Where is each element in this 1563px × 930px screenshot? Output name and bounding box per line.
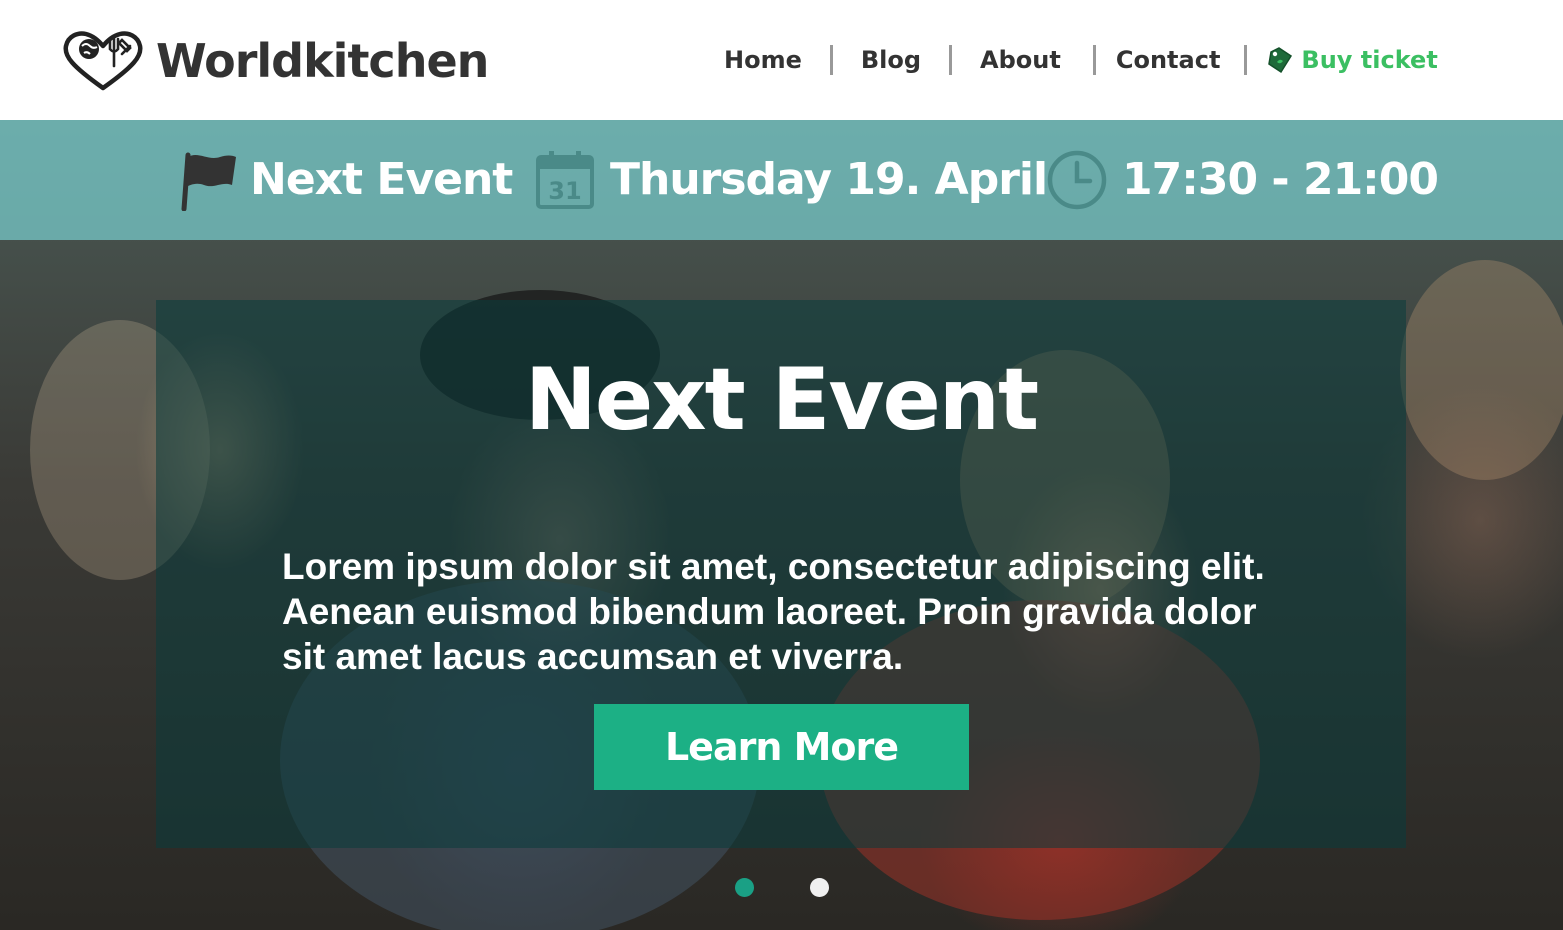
slider-dot-1[interactable] bbox=[735, 878, 754, 897]
calendar-day-number: 31 bbox=[548, 177, 581, 205]
brand-logo[interactable]: Worldkitchen bbox=[62, 30, 489, 92]
ticket-tag-icon bbox=[1268, 47, 1293, 74]
hero-body: Lorem ipsum dolor sit amet, consectetur … bbox=[282, 546, 1265, 677]
learn-more-button[interactable]: Learn More bbox=[594, 704, 969, 790]
nav-divider bbox=[1244, 45, 1248, 75]
hero-title: Next Event bbox=[524, 350, 1039, 450]
slider-dots bbox=[0, 878, 1563, 902]
event-date: Thursday 19. April bbox=[610, 154, 1048, 205]
event-label-group: Next Event bbox=[176, 146, 513, 214]
nav-buy-ticket[interactable]: Buy ticket bbox=[1267, 42, 1438, 78]
event-time-group: 17:30 - 21:00 bbox=[1046, 146, 1439, 214]
heart-globe-logo-icon bbox=[63, 31, 143, 91]
flag-icon bbox=[181, 152, 236, 211]
nav-divider bbox=[949, 45, 953, 75]
main-nav: Home Blog About Contact Buy ticket bbox=[700, 42, 1438, 78]
slider-dot-2[interactable] bbox=[810, 878, 829, 897]
nav-home[interactable]: Home bbox=[724, 42, 802, 78]
site-header: Worldkitchen Home Blog About Contact Buy… bbox=[0, 0, 1563, 120]
nav-about[interactable]: About bbox=[980, 42, 1061, 78]
nav-divider bbox=[1092, 45, 1096, 75]
event-label: Next Event bbox=[250, 154, 513, 205]
buy-ticket-label: Buy ticket bbox=[1301, 46, 1438, 74]
hero-section: Next Event 31 Thursday 19. April 17:30 -… bbox=[0, 120, 1563, 930]
calendar-icon: 31 bbox=[536, 151, 594, 209]
hero-card: Next Event Lorem ipsum dolor sit amet, c… bbox=[156, 300, 1406, 848]
event-date-group: 31 Thursday 19. April bbox=[534, 146, 1048, 214]
nav-divider bbox=[829, 45, 833, 75]
nav-contact[interactable]: Contact bbox=[1116, 42, 1221, 78]
clock-icon bbox=[1047, 150, 1107, 210]
brand-name: Worldkitchen bbox=[156, 34, 489, 88]
background-photo-crowd bbox=[1400, 260, 1563, 480]
event-info-bar: Next Event 31 Thursday 19. April 17:30 -… bbox=[0, 120, 1563, 240]
event-time: 17:30 - 21:00 bbox=[1122, 154, 1439, 205]
nav-blog[interactable]: Blog bbox=[861, 42, 921, 78]
